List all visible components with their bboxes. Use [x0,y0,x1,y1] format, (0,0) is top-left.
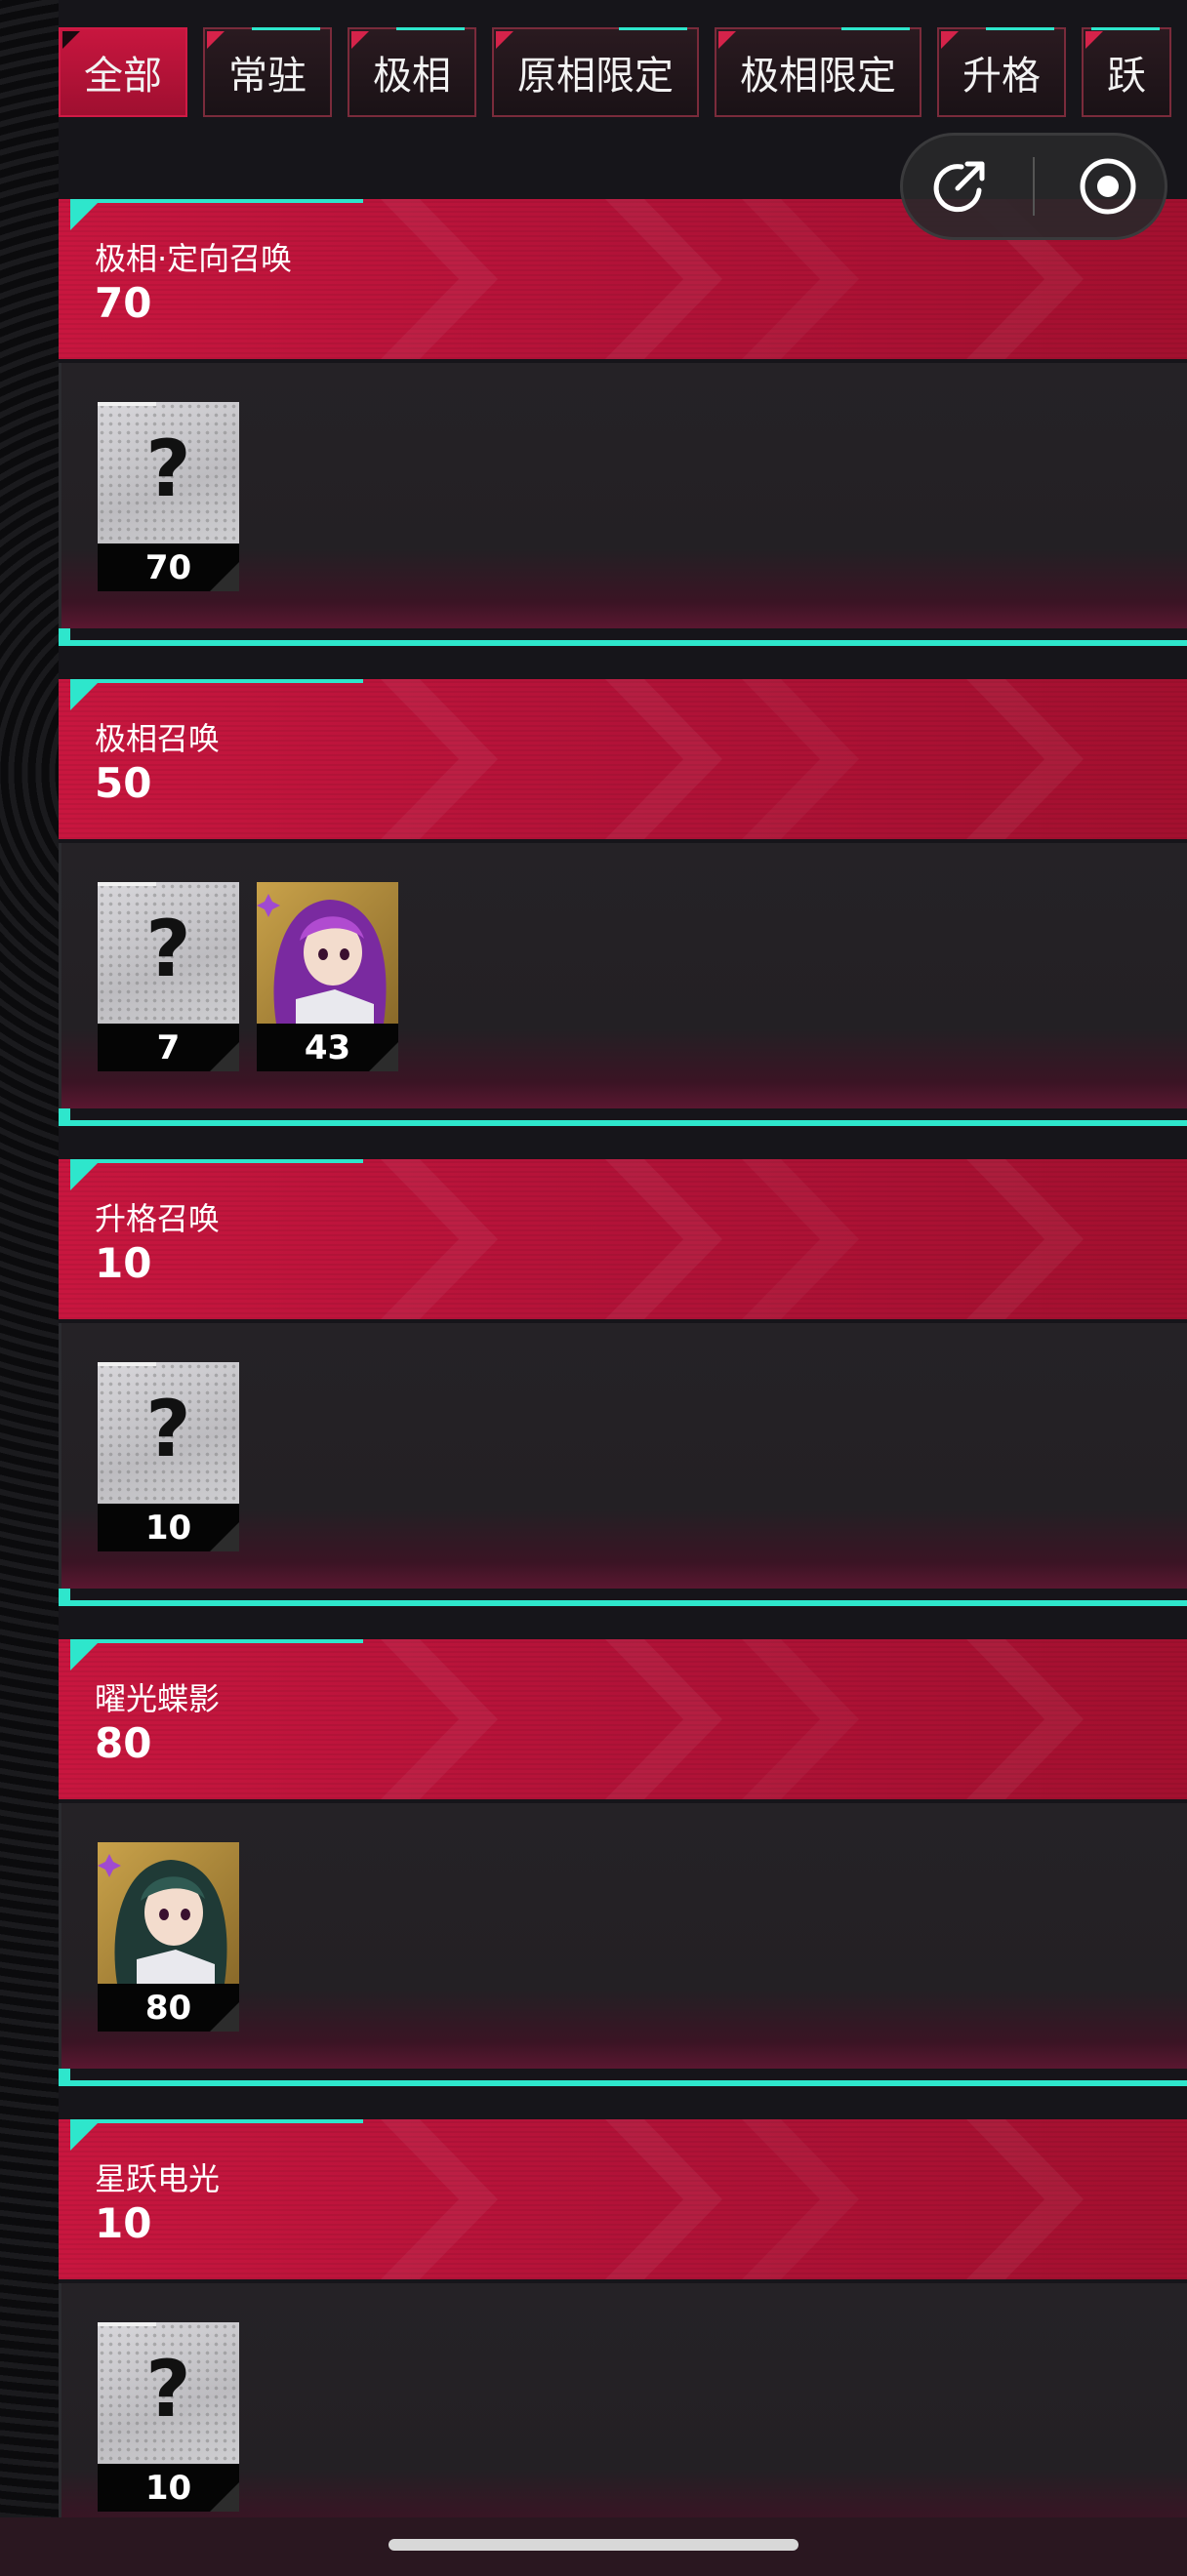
share-arrow-icon [933,161,985,213]
section-divider-line [59,1589,1187,1606]
header-chevron-pattern [381,1159,1084,1319]
card-list: 80 [98,1842,239,2032]
tab-label: 极相 [373,54,451,99]
pool-header[interactable]: 曜光蝶影 80 [59,1639,1187,1799]
card-list: ? 70 [98,402,239,591]
header-corner [70,1639,102,1670]
card-pull-count: 70 [98,543,239,591]
header-chevron-pattern [381,679,1084,839]
pool-body: ? 10 [59,2283,1187,2549]
card-pull-count: 43 [257,1024,398,1071]
header-accent-line [70,2119,363,2123]
pool-section: 星跃电光 10? 10 [59,2119,1187,2568]
pool-count: 70 [95,279,152,327]
card-pull-count: 10 [98,2464,239,2512]
character-portrait-icon [257,882,398,1024]
tab-label: 原相限定 [517,54,674,99]
header-corner [70,199,102,230]
section-divider-line [59,1108,1187,1126]
pool-section: 极相·定向召唤 70? 70 [59,199,1187,648]
header-accent-line [70,199,363,203]
pool-count: 80 [95,1719,152,1767]
tab-ascension[interactable]: 升格 [937,27,1066,117]
header-accent-line [70,1639,363,1643]
pull-card[interactable]: ? 10 [98,1362,239,1551]
header-chevron-pattern [381,1639,1084,1799]
tab-label: 升格 [962,54,1041,99]
tab-label: 常驻 [228,54,307,99]
tab-polar[interactable]: 极相 [348,27,476,117]
record-icon [1080,158,1136,215]
card-list: ? 7 43 [98,882,398,1071]
tab-origin-limited[interactable]: 原相限定 [492,27,699,117]
tab-all[interactable]: 全部 [59,27,187,117]
pool-body: 80 [59,1803,1187,2069]
card-list: ? 10 [98,1362,239,1551]
header-accent-line [70,679,363,683]
question-mark-icon: ? [145,904,191,994]
pull-card[interactable]: 43 [257,882,398,1071]
category-tabs: 全部 常驻 极相 原相限定 极相限定 升格 跃 [59,27,1171,121]
pool-body: ? 7 43 [59,843,1187,1108]
pull-card[interactable]: ? 70 [98,402,239,591]
tab-polar-limited[interactable]: 极相限定 [715,27,921,117]
header-accent-line [70,1159,363,1163]
pool-header[interactable]: 星跃电光 10 [59,2119,1187,2279]
question-mark-icon: ? [145,423,191,514]
pool-name: 曜光蝶影 [95,1680,221,1717]
header-chevron-pattern [381,2119,1084,2279]
character-portrait-icon [98,1842,239,1984]
character-portrait [257,882,398,1024]
pool-count: 10 [95,1239,152,1287]
tab-label: 极相限定 [740,54,896,99]
pool-name: 极相·定向召唤 [95,240,293,277]
section-divider-line [59,628,1187,646]
pool-header[interactable]: 极相召唤 50 [59,679,1187,839]
question-mark-icon: ? [145,2344,191,2435]
unknown-card-image: ? [98,402,239,543]
pool-section: 曜光蝶影 80 80 [59,1639,1187,2088]
share-button[interactable] [921,147,999,225]
tab-label: 全部 [84,54,162,99]
pool-name: 升格召唤 [95,1200,221,1237]
unknown-card-image: ? [98,882,239,1024]
header-corner [70,679,102,710]
card-list: ? 10 [98,2322,239,2512]
pull-card[interactable]: 80 [98,1842,239,2032]
section-divider-line [59,2069,1187,2086]
pool-name: 星跃电光 [95,2160,221,2197]
unknown-card-image: ? [98,2322,239,2464]
tab-leap[interactable]: 跃 [1082,27,1171,117]
header-corner [70,1159,102,1190]
pull-card[interactable]: ? 10 [98,2322,239,2512]
capsule-divider [1032,157,1035,216]
pool-count: 10 [95,2199,152,2247]
card-pull-count: 80 [98,1984,239,2032]
tab-label: 跃 [1107,54,1146,99]
pool-section: 极相召唤 50? 7 43 [59,679,1187,1128]
mini-program-capsule [900,133,1167,240]
pool-body: ? 10 [59,1323,1187,1589]
pool-name: 极相召唤 [95,720,221,757]
pool-header[interactable]: 升格召唤 10 [59,1159,1187,1319]
pool-section: 升格召唤 10? 10 [59,1159,1187,1608]
card-pull-count: 10 [98,1504,239,1551]
character-portrait [98,1842,239,1984]
home-indicator[interactable] [389,2539,798,2551]
pool-count: 50 [95,759,152,807]
card-pull-count: 7 [98,1024,239,1071]
header-corner [70,2119,102,2151]
pull-card[interactable]: ? 7 [98,882,239,1071]
pool-body: ? 70 [59,363,1187,628]
record-button[interactable] [1069,147,1147,225]
question-mark-icon: ? [145,1384,191,1474]
unknown-card-image: ? [98,1362,239,1504]
tab-standard[interactable]: 常驻 [203,27,332,117]
